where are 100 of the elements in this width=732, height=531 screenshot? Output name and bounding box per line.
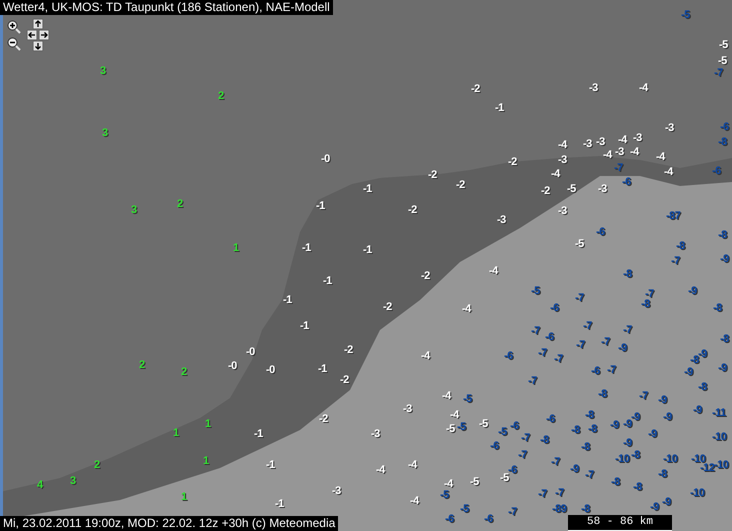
pan-up-icon[interactable]: [33, 19, 43, 29]
dew-point-label: -9: [650, 501, 659, 514]
dew-point-label: -5: [500, 472, 509, 485]
zoom-in-icon[interactable]: [7, 20, 21, 34]
map-footer: Mi, 23.02.2011 19:00z, MOD: 22.02. 12z +30h (c) Meteomedia: [0, 516, 338, 531]
dew-point-label: -10: [615, 453, 630, 466]
dew-point-label: -4: [410, 495, 419, 508]
dew-point-label: -2: [456, 179, 465, 192]
dew-point-label: -6: [508, 464, 517, 476]
dew-point-label: -5: [463, 393, 472, 406]
dew-point-label: -6: [504, 350, 513, 363]
dew-point-label: 1: [173, 427, 179, 440]
dew-point-label: -9: [623, 437, 632, 450]
dew-point-label: -4: [551, 168, 560, 181]
dew-point-label: -6: [622, 176, 631, 189]
zoom-out-icon[interactable]: [7, 37, 21, 51]
dew-point-label: -3: [598, 183, 607, 196]
dew-point-label: -6: [510, 420, 519, 433]
dew-point-label: -7: [671, 255, 680, 268]
dew-point-label: -7: [714, 67, 723, 80]
dew-point-label: -1: [275, 498, 284, 511]
dew-point-label: 1: [203, 455, 209, 468]
dew-point-label: -8: [633, 481, 642, 494]
dew-point-label: -5: [719, 39, 728, 52]
dew-point-label: -10: [690, 487, 704, 500]
dew-point-label: -9: [693, 404, 702, 417]
dew-point-label: -7: [518, 449, 527, 462]
dew-point-label: -4: [408, 459, 417, 472]
dew-point-label: -8: [598, 388, 607, 401]
dew-point-label: -7: [645, 288, 654, 300]
dew-point-label: -87: [666, 210, 680, 223]
dew-point-label: -2: [383, 301, 392, 314]
pan-down-icon[interactable]: [33, 41, 43, 51]
dew-point-label: -7: [538, 488, 547, 501]
dew-point-label: -9: [662, 496, 671, 509]
dew-point-label: -9: [618, 342, 627, 355]
dew-point-label: -9: [684, 366, 693, 379]
dew-point-label: -8: [585, 409, 594, 422]
dew-point-label: 2: [139, 359, 145, 372]
dew-point-label: -9: [570, 463, 579, 476]
pan-right-icon[interactable]: [39, 30, 49, 40]
dew-point-label: 2: [177, 198, 183, 211]
dew-point-label: -7: [528, 375, 537, 388]
dew-point-label: -2: [319, 413, 328, 426]
dew-point-label: 4: [37, 479, 43, 492]
dew-point-label: -3: [633, 132, 642, 145]
dew-point-label: -7: [531, 325, 540, 338]
dew-point-label: -7: [601, 336, 610, 349]
dew-point-label: -7: [575, 292, 584, 305]
dew-point-label: -89: [552, 503, 566, 516]
dew-point-label: -2: [344, 344, 353, 357]
dew-point-label: -10: [712, 431, 726, 444]
dew-point-label: -4: [603, 149, 612, 162]
dew-point-label: -1: [363, 183, 372, 196]
dew-point-label: -5: [681, 9, 690, 22]
dew-point-label: -5: [446, 423, 455, 436]
dew-point-label: -6: [484, 513, 493, 526]
dew-point-label: -6: [545, 331, 554, 344]
dew-point-label: -7: [555, 487, 564, 500]
dew-point-label: -3: [615, 146, 624, 159]
dew-point-label: -8: [581, 503, 590, 516]
dew-point-label: -5: [460, 503, 469, 516]
dew-point-label: -4: [421, 350, 430, 363]
dew-point-label: -5: [575, 238, 584, 251]
dew-point-label: -1: [323, 275, 332, 288]
dew-point-label: -2: [408, 204, 417, 217]
dew-point-label: -3: [558, 154, 567, 167]
dew-point-label: -9: [688, 285, 697, 298]
dew-point-label: -4: [664, 166, 673, 179]
dew-point-label: -7: [576, 339, 585, 352]
dew-point-label: -9: [720, 253, 729, 266]
dew-point-label: -8: [540, 434, 549, 447]
dew-point-label: -7: [583, 320, 592, 333]
dew-point-label: 3: [100, 65, 106, 78]
dew-point-label: -1: [302, 242, 311, 255]
dew-point-label: -6: [550, 302, 559, 315]
dew-point-label: -6: [546, 413, 555, 426]
dew-point-label: -6: [720, 121, 729, 134]
dew-point-label: 3: [131, 204, 137, 217]
dew-point-label: -4: [639, 82, 648, 95]
dew-point-label: -7: [639, 390, 648, 403]
dew-point-label: -1: [266, 459, 275, 472]
dew-point-label: 2: [181, 366, 187, 379]
dew-point-label: -1: [283, 294, 292, 307]
dew-point-label: -8: [658, 468, 667, 481]
dew-point-label: -3: [583, 138, 592, 151]
dew-point-label: -8: [611, 476, 620, 489]
dew-point-label: -8: [571, 424, 580, 437]
dew-point-label: -4: [558, 139, 567, 152]
dew-point-label: -7: [623, 324, 632, 337]
dew-point-label: -11: [712, 407, 726, 420]
pan-left-icon[interactable]: [27, 30, 37, 40]
dew-point-label: -4: [376, 464, 385, 477]
dew-point-label: -1: [300, 320, 309, 333]
dew-point-label: -9: [610, 419, 619, 432]
dew-point-label: -7: [508, 506, 517, 519]
dew-point-label: -9: [663, 411, 672, 424]
dew-point-label: -2: [340, 374, 349, 387]
dew-point-label: -4: [442, 390, 451, 403]
dew-point-label: -8: [690, 354, 699, 367]
